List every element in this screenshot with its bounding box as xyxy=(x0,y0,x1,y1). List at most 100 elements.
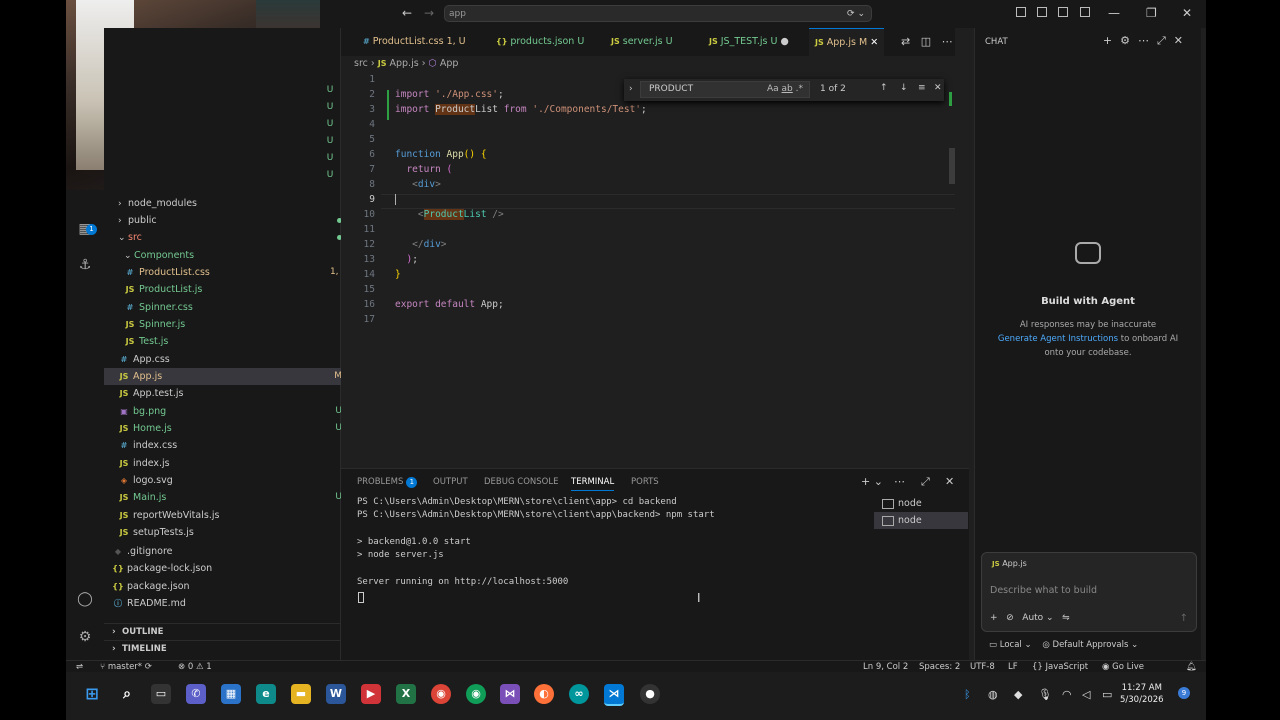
settings-gear-icon[interactable]: ⚙ xyxy=(76,628,94,646)
tab-ports[interactable]: PORTS xyxy=(631,477,659,487)
tab-close-icon[interactable]: ✕ xyxy=(870,37,878,48)
panel-toggle-icon[interactable] xyxy=(1058,7,1069,17)
tree-item-setuptests-js[interactable]: JS setupTests.js xyxy=(104,524,354,541)
generate-instructions-link[interactable]: Generate Agent Instructions xyxy=(998,334,1118,344)
vscode-icon[interactable]: ⋊ xyxy=(604,684,624,706)
tools-icon[interactable]: ⊘ xyxy=(1006,613,1014,623)
tree-item-index-js[interactable]: JS index.js xyxy=(104,455,354,472)
excel-icon[interactable]: X xyxy=(396,684,416,704)
split-editor-icon[interactable]: ◫ xyxy=(921,35,931,48)
more-actions-icon[interactable]: ⋯ xyxy=(942,35,953,48)
store-icon[interactable]: ▦ xyxy=(221,684,241,704)
tree-item-productlist-js[interactable]: JS ProductList.js U xyxy=(104,281,360,298)
search-icon[interactable]: ⌕ xyxy=(117,684,137,704)
find-in-selection-icon[interactable]: ≡ xyxy=(918,83,926,93)
tab-debug-console[interactable]: DEBUG CONSOLE xyxy=(484,477,558,487)
tree-item-spinner-js[interactable]: JS Spinner.js U xyxy=(104,316,360,333)
firefox-icon[interactable]: ◐ xyxy=(534,684,554,704)
tab-server-js[interactable]: JS server.js U xyxy=(611,28,673,56)
add-context-icon[interactable]: + xyxy=(990,613,998,623)
tree-item-test-js[interactable]: JS Test.js U xyxy=(104,333,360,350)
scrollbar-thumb[interactable] xyxy=(949,148,955,184)
notification-badge[interactable]: 9 xyxy=(1178,687,1190,699)
send-icon[interactable]: ↑ xyxy=(1180,613,1188,624)
wifi-icon[interactable]: ◠ xyxy=(1062,688,1072,701)
chat-context-chip[interactable]: JS App.js xyxy=(992,559,1027,568)
edge-icon[interactable]: e xyxy=(256,684,276,704)
layout-toggle-icon[interactable] xyxy=(1016,7,1026,17)
more-actions-icon[interactable]: ⋯ xyxy=(894,475,905,488)
remote-icon[interactable]: ⚓ xyxy=(76,256,94,274)
tree-item-public[interactable]: › public xyxy=(104,212,354,229)
tree-item-src[interactable]: ⌄ src xyxy=(104,229,354,246)
new-terminal-icon[interactable]: + ⌄ xyxy=(861,475,883,488)
more-actions-icon[interactable]: ⋯ xyxy=(1138,34,1157,47)
tree-item-spinner-css[interactable]: # Spinner.css U xyxy=(104,299,360,316)
pdf-icon[interactable]: ▶ xyxy=(361,684,381,704)
match-case-icon[interactable]: Aa ab .* xyxy=(767,82,803,97)
volume-icon[interactable]: ◁ xyxy=(1082,688,1090,701)
tab-products-json[interactable]: {} products.json U xyxy=(496,28,584,56)
tree-item-package-lock-json[interactable]: {} package-lock.json xyxy=(104,560,348,577)
tree-item-bg-png[interactable]: ▣ bg.png U xyxy=(104,403,354,420)
minimize-icon[interactable]: — xyxy=(1108,6,1120,20)
find-input[interactable]: PRODUCT Aa ab .* xyxy=(640,81,810,98)
visual-studio-icon[interactable]: ⋈ xyxy=(500,684,520,704)
maximize-icon[interactable]: ⤢ xyxy=(1157,34,1174,47)
mode-picker[interactable]: Auto xyxy=(1022,613,1043,623)
chrome-profile-icon[interactable]: ◉ xyxy=(466,684,486,704)
chrome-icon[interactable]: ◉ xyxy=(431,684,451,704)
configure-icon[interactable]: ⇋ xyxy=(1062,613,1070,623)
new-chat-icon[interactable]: + xyxy=(1103,34,1120,47)
account-icon[interactable]: ◯ xyxy=(76,590,94,608)
tab-productlist-css[interactable]: # ProductList.css 1, U xyxy=(363,28,466,56)
settings-gear-icon[interactable]: ⚙ xyxy=(1120,34,1138,47)
tree-item-reportwebvitals-js[interactable]: JS reportWebVitals.js xyxy=(104,507,354,524)
tree-item-productlist-css[interactable]: # ProductList.css 1, U xyxy=(104,264,360,281)
chat-input-box[interactable]: JS App.js Describe what to build + ⊘ Aut… xyxy=(981,552,1197,632)
chevron-right-icon[interactable]: › xyxy=(629,84,633,94)
terminal-list-item[interactable]: node xyxy=(874,495,968,512)
tab-problems[interactable]: PROBLEMS 1 xyxy=(357,477,418,488)
approvals-picker[interactable]: ◎ Default Approvals ⌄ xyxy=(1042,640,1138,650)
code-editor[interactable]: 1 2 import './App.css'; 3 import Product… xyxy=(341,72,955,466)
close-panel-icon[interactable]: ✕ xyxy=(945,475,954,488)
breadcrumb-folder[interactable]: src xyxy=(354,58,368,69)
tree-item-logo-svg[interactable]: ◈ logo.svg xyxy=(104,472,354,489)
secondary-sidebar-toggle-icon[interactable] xyxy=(1079,7,1090,17)
obs-icon[interactable]: ● xyxy=(640,684,660,704)
command-center[interactable]: app ⟳ ⌄ xyxy=(444,5,872,22)
tree-item-home-js[interactable]: JS Home.js U xyxy=(104,420,354,437)
bluetooth-icon[interactable]: ᛒ xyxy=(964,688,971,701)
tray-app-icon[interactable]: ◍ xyxy=(988,688,998,701)
tree-item-node-modules[interactable]: › node_modules xyxy=(104,195,354,212)
teams-icon[interactable]: ✆ xyxy=(186,684,206,704)
file-explorer-icon[interactable]: ▬ xyxy=(291,684,311,704)
previous-match-icon[interactable]: ↑ xyxy=(880,83,888,93)
task-view-icon[interactable]: ▭ xyxy=(151,684,171,704)
next-match-icon[interactable]: ↓ xyxy=(900,83,908,93)
tab-output[interactable]: OUTPUT xyxy=(433,477,468,487)
battery-icon[interactable]: ▭ xyxy=(1102,688,1112,701)
arduino-icon[interactable]: ∞ xyxy=(569,684,589,704)
tray-app-icon[interactable]: ◆ xyxy=(1014,688,1022,701)
word-icon[interactable]: W xyxy=(326,684,346,704)
tree-item-app-test-js[interactable]: JS App.test.js xyxy=(104,385,354,402)
tree-item-package-json[interactable]: {} package.json xyxy=(104,578,348,595)
microphone-icon[interactable]: 🎙︎ xyxy=(1038,688,1052,701)
back-arrow-icon[interactable]: ← xyxy=(402,6,412,20)
windows-start-icon[interactable]: ⊞ xyxy=(82,684,102,704)
tree-item-gitignore[interactable]: ◆ .gitignore xyxy=(104,543,348,560)
forward-arrow-icon[interactable]: → xyxy=(424,6,434,20)
terminal-list-item[interactable]: node xyxy=(874,512,968,529)
tab-js-test-js[interactable]: JS JS_TEST.js U ● xyxy=(709,28,789,56)
tab-terminal[interactable]: TERMINAL xyxy=(571,477,615,491)
tree-item-components[interactable]: ⌄ Components xyxy=(104,247,360,264)
tree-item-app-css[interactable]: # App.css xyxy=(104,351,354,368)
copilot-icon[interactable]: ⟳ ⌄ xyxy=(847,6,865,23)
close-icon[interactable]: ✕ xyxy=(1182,6,1192,20)
sidebar-toggle-icon[interactable] xyxy=(1037,7,1048,17)
compare-icon[interactable]: ⇄ xyxy=(901,35,910,48)
close-icon[interactable]: ✕ xyxy=(934,83,942,93)
close-icon[interactable]: ✕ xyxy=(1174,34,1191,47)
